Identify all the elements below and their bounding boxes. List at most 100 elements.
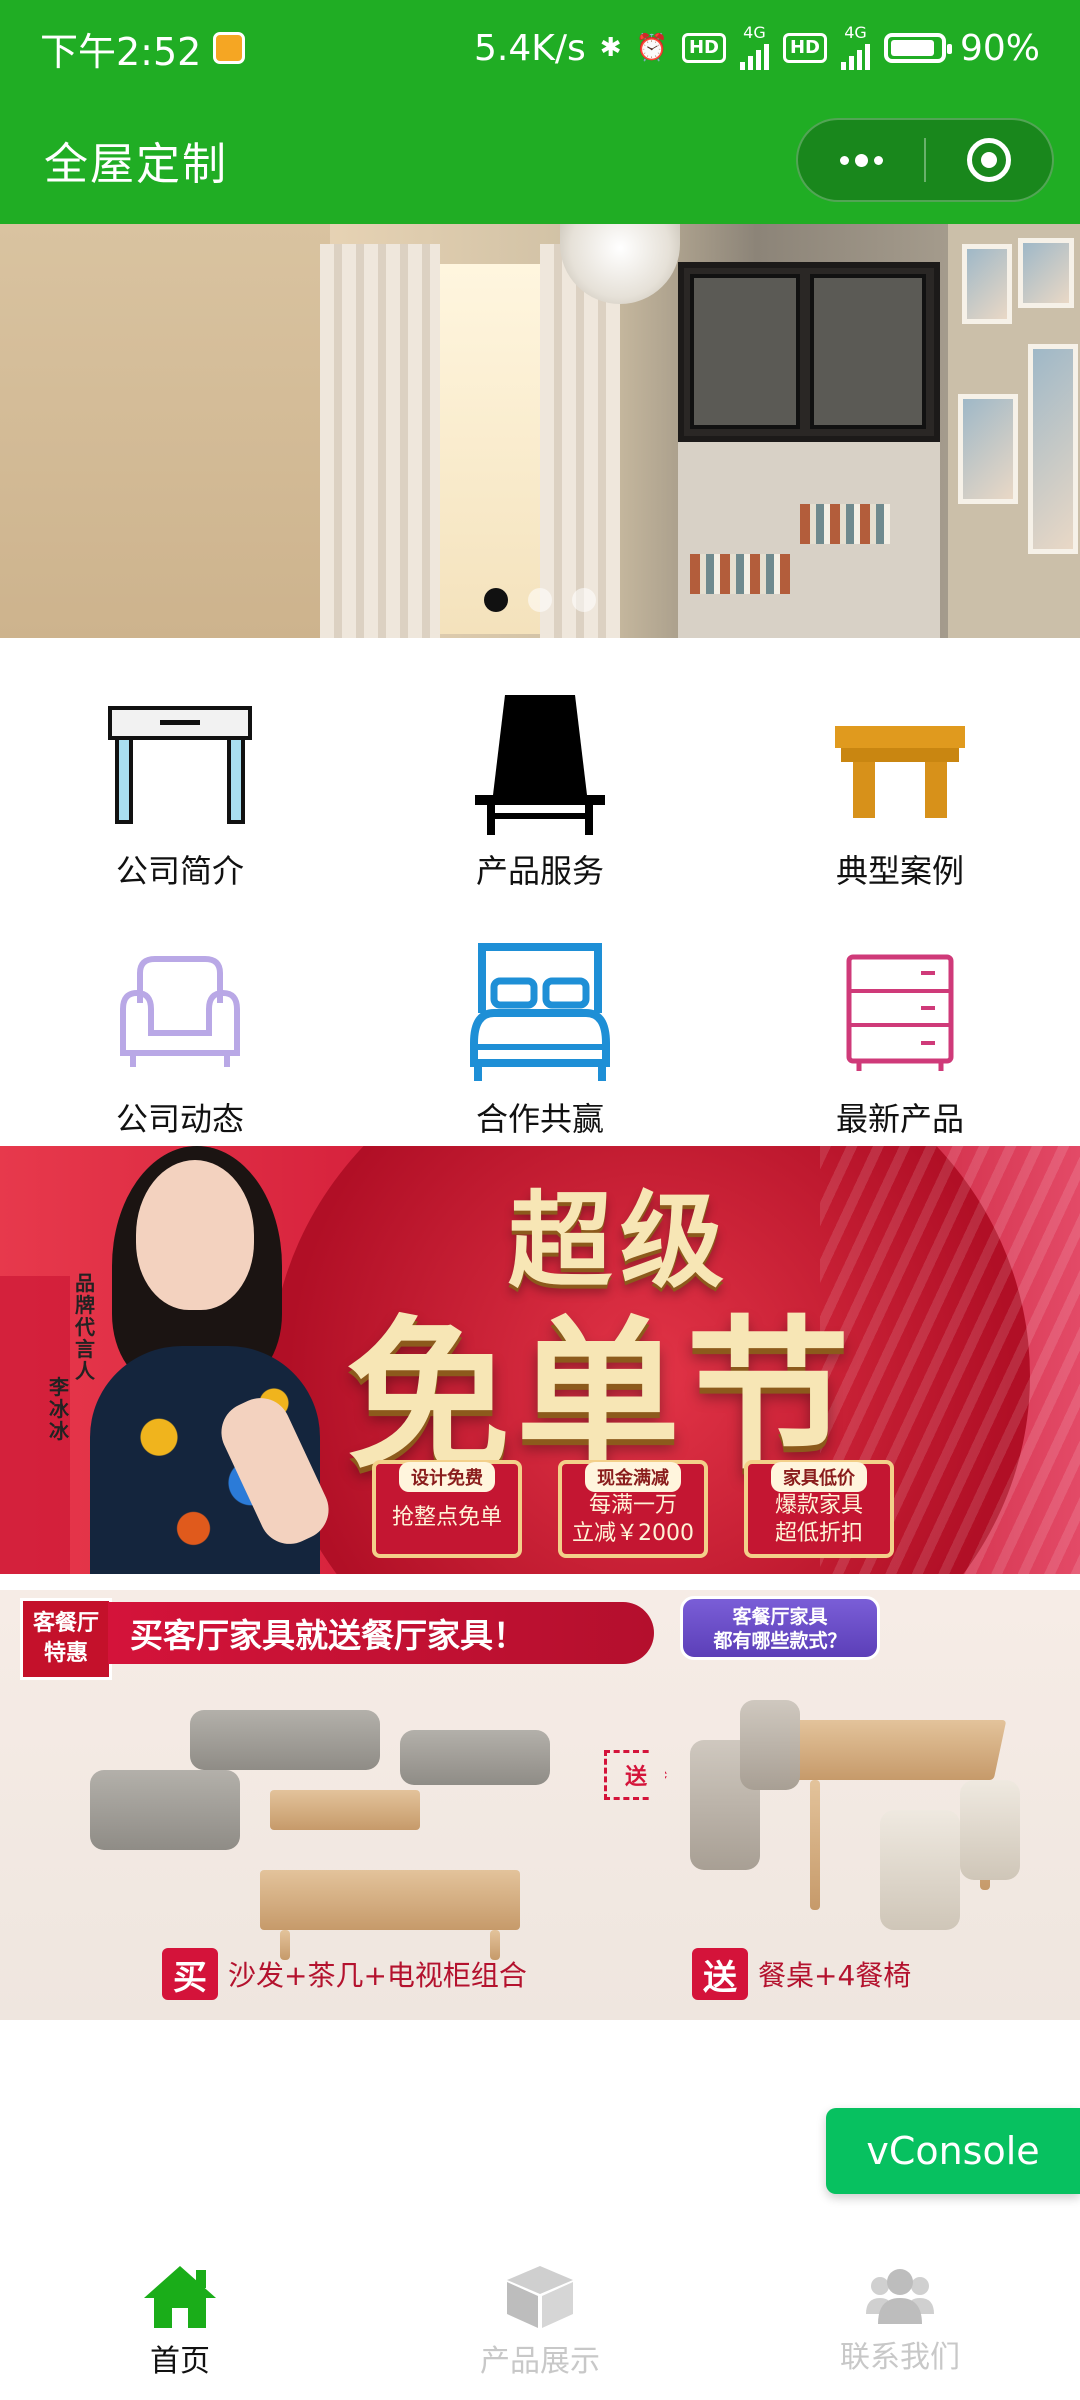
page-title: 全屋定制 — [44, 139, 228, 190]
buy-box: 买 — [162, 1948, 218, 2000]
gift-caption-text: 餐桌+4餐椅 — [758, 1959, 912, 1992]
promo-card-tag: 设计免费 — [399, 1462, 495, 1492]
bed-icon — [465, 938, 615, 1088]
promo-banner-free-order[interactable]: 品牌代言人 李冰冰 超级 免单节 设计免费 抢整点免单 现金满减 每满一万 立减… — [0, 1146, 1080, 1574]
menu-item-cooperation[interactable]: 合作共赢 — [360, 938, 720, 1140]
chair-icon — [465, 690, 615, 840]
buy-caption: 买 沙发+茶几+电视柜组合 — [162, 1948, 527, 2000]
buy-caption-text: 沙发+茶几+电视柜组合 — [228, 1959, 527, 1992]
battery-percent: 90% — [959, 27, 1040, 69]
nav-bar: 全屋定制 — [0, 96, 1080, 224]
coffee-table — [270, 1790, 420, 1830]
badge-line: 特惠 — [43, 1641, 88, 1666]
cabinet-pane — [810, 274, 926, 429]
status-time: 下午2:52 — [40, 29, 202, 74]
dining-chair — [960, 1780, 1020, 1880]
network-speed: 5.4K/s — [474, 27, 586, 69]
menu-item-company-news[interactable]: 公司动态 — [0, 938, 360, 1140]
notification-icon — [213, 32, 246, 64]
promo-card-tag: 家具低价 — [771, 1462, 867, 1492]
bubble-line: 都有哪些款式？ — [713, 1630, 847, 1652]
menu-label: 产品服务 — [475, 852, 604, 890]
signal-icon-1: 4G — [739, 23, 769, 70]
tab-label: 产品展示 — [480, 2344, 600, 2379]
menu-label: 典型案例 — [835, 852, 964, 890]
menu-label: 最新产品 — [835, 1100, 964, 1138]
hero-image-books — [800, 504, 890, 544]
target-icon — [966, 138, 1011, 182]
gift-box: 送 — [692, 1948, 748, 2000]
battery-fill — [890, 40, 935, 56]
picture-frame — [958, 394, 1018, 504]
carousel-dot[interactable] — [572, 588, 596, 612]
menu-item-product-service[interactable]: 产品服务 — [360, 690, 720, 892]
sofa-part — [90, 1770, 240, 1850]
bluetooth-icon: ✱ — [599, 33, 622, 63]
home-icon — [144, 2266, 216, 2328]
badge-line: 客餐厅 — [32, 1611, 99, 1636]
drawer-cabinet-icon — [825, 938, 975, 1088]
hero-image-cabinet — [678, 262, 940, 442]
desk-icon — [105, 690, 255, 840]
tv-cabinet — [260, 1870, 520, 1930]
bubble-line: 客餐厅家具 — [732, 1606, 828, 1628]
hero-image-wall — [0, 224, 330, 638]
promo-card-text: 抢整点免单 — [391, 1505, 502, 1530]
living-room-furniture-image — [90, 1690, 590, 1990]
miniprogram-capsule — [796, 118, 1054, 202]
dining-set-image — [680, 1690, 1040, 1990]
menu-item-typical-cases[interactable]: 典型案例 — [720, 690, 1080, 892]
close-miniprogram-button[interactable] — [926, 120, 1052, 200]
tab-home[interactable]: 首页 — [0, 2244, 360, 2400]
network-type-1: 4G — [743, 23, 766, 42]
picture-frame — [1028, 344, 1078, 554]
menu-grid: 公司简介 产品服务 典型案例 公司动态 合作共赢 最新产品 — [0, 638, 1080, 1146]
menu-item-latest-products[interactable]: 最新产品 — [720, 938, 1080, 1140]
battery-icon — [883, 33, 952, 63]
dining-chair — [880, 1810, 960, 1930]
endorsement-label: 品牌代言人 — [75, 1271, 95, 1383]
contacts-icon — [866, 2269, 934, 2324]
carousel-indicator — [484, 588, 596, 612]
hd-icon: HD — [681, 33, 726, 63]
hero-image-frames — [948, 224, 1080, 638]
signal-icon-2: 4G — [840, 23, 870, 70]
stool-icon — [825, 690, 975, 840]
promo-card-text: 每满一万 — [588, 1493, 677, 1518]
promo-headline: 买客厅家具就送餐厅家具！ — [108, 1602, 654, 1664]
endorser-name: 李冰冰 — [49, 1375, 69, 1443]
picture-frame — [962, 244, 1012, 324]
tab-label: 联系我们 — [840, 2340, 960, 2375]
network-type-2: 4G — [844, 23, 867, 42]
cabinet-pane — [690, 274, 800, 429]
menu-label: 公司动态 — [115, 1100, 244, 1138]
tab-products[interactable]: 产品展示 — [360, 2244, 720, 2400]
promo-banner-living-dining[interactable]: 客餐厅 特惠 买客厅家具就送餐厅家具！ 客餐厅家具 都有哪些款式？ 送 买 沙发… — [0, 1590, 1080, 2020]
styles-question-bubble: 客餐厅家具 都有哪些款式？ — [680, 1596, 880, 1660]
hero-image-curtain — [540, 244, 620, 638]
hero-image-books — [690, 554, 790, 594]
gift-caption: 送 餐桌+4餐椅 — [692, 1948, 911, 2000]
vconsole-button[interactable]: vConsole — [826, 2108, 1080, 2194]
more-dots-icon — [839, 153, 883, 167]
more-button[interactable] — [798, 120, 924, 200]
promo-card-low-price: 家具低价 爆款家具 超低折扣 — [744, 1460, 894, 1558]
picture-frame — [1018, 238, 1074, 308]
sofa-part — [400, 1730, 550, 1785]
promo-card-text: 超低折扣 — [774, 1521, 863, 1546]
alarm-icon: ⏰ — [635, 33, 668, 63]
hero-image-curtain — [320, 244, 440, 638]
carousel-dot[interactable] — [484, 588, 508, 612]
menu-label: 合作共赢 — [475, 1100, 604, 1138]
promo-card-tag: 现金满减 — [585, 1462, 681, 1492]
armchair-icon — [105, 938, 255, 1088]
table-leg — [810, 1780, 820, 1910]
face — [136, 1160, 254, 1310]
hero-carousel[interactable] — [0, 224, 1080, 638]
carousel-dot[interactable] — [528, 588, 552, 612]
menu-item-company-intro[interactable]: 公司简介 — [0, 690, 360, 892]
promo-card-cash-discount: 现金满减 每满一万 立减￥2000 — [558, 1460, 708, 1558]
tab-label: 首页 — [150, 2344, 210, 2379]
promo-card-free-design: 设计免费 抢整点免单 — [372, 1460, 522, 1558]
tab-contact[interactable]: 联系我们 — [720, 2244, 1080, 2400]
